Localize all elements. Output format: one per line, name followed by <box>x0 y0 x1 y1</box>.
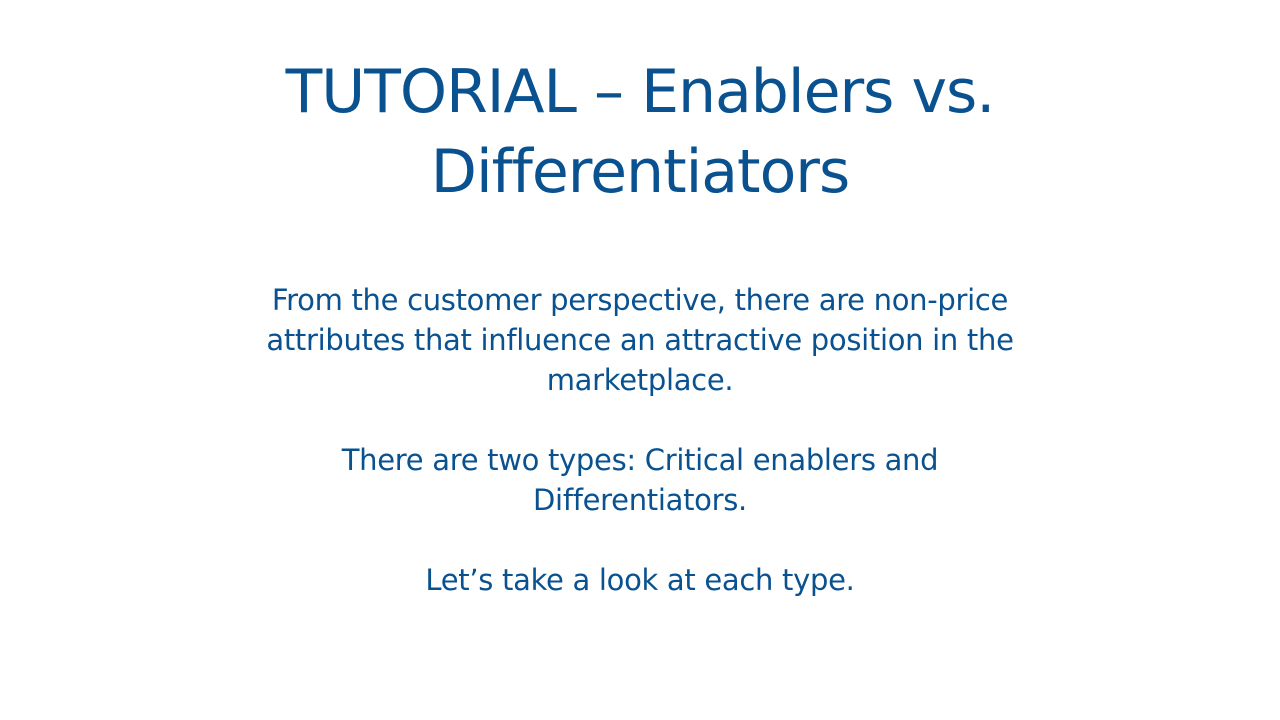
paragraph-closing-line-1: Let’s take a look at each type. <box>425 563 855 597</box>
slide-body: From the customer perspective, there are… <box>190 280 1090 600</box>
slide-title-line-1: TUTORIAL – Enablers vs. <box>285 57 996 127</box>
paragraph-intro-line-3: marketplace. <box>546 363 734 397</box>
paragraph-intro-line-2: attributes that influence an attractive … <box>266 323 1014 357</box>
slide-title: TUTORIAL – Enablers vs. Differentiators <box>140 52 1140 212</box>
paragraph-intro-line-1: From the customer perspective, there are… <box>271 283 1009 317</box>
paragraph-intro: From the customer perspective, there are… <box>190 280 1090 400</box>
paragraph-types: There are two types: Critical enablers a… <box>190 440 1090 520</box>
paragraph-closing: Let’s take a look at each type. <box>190 560 1090 600</box>
paragraph-types-line-1: There are two types: Critical enablers a… <box>341 443 939 477</box>
slide-title-line-2: Differentiators <box>430 137 850 207</box>
paragraph-types-line-2: Differentiators. <box>533 483 747 517</box>
slide: TUTORIAL – Enablers vs. Differentiators … <box>0 0 1280 720</box>
